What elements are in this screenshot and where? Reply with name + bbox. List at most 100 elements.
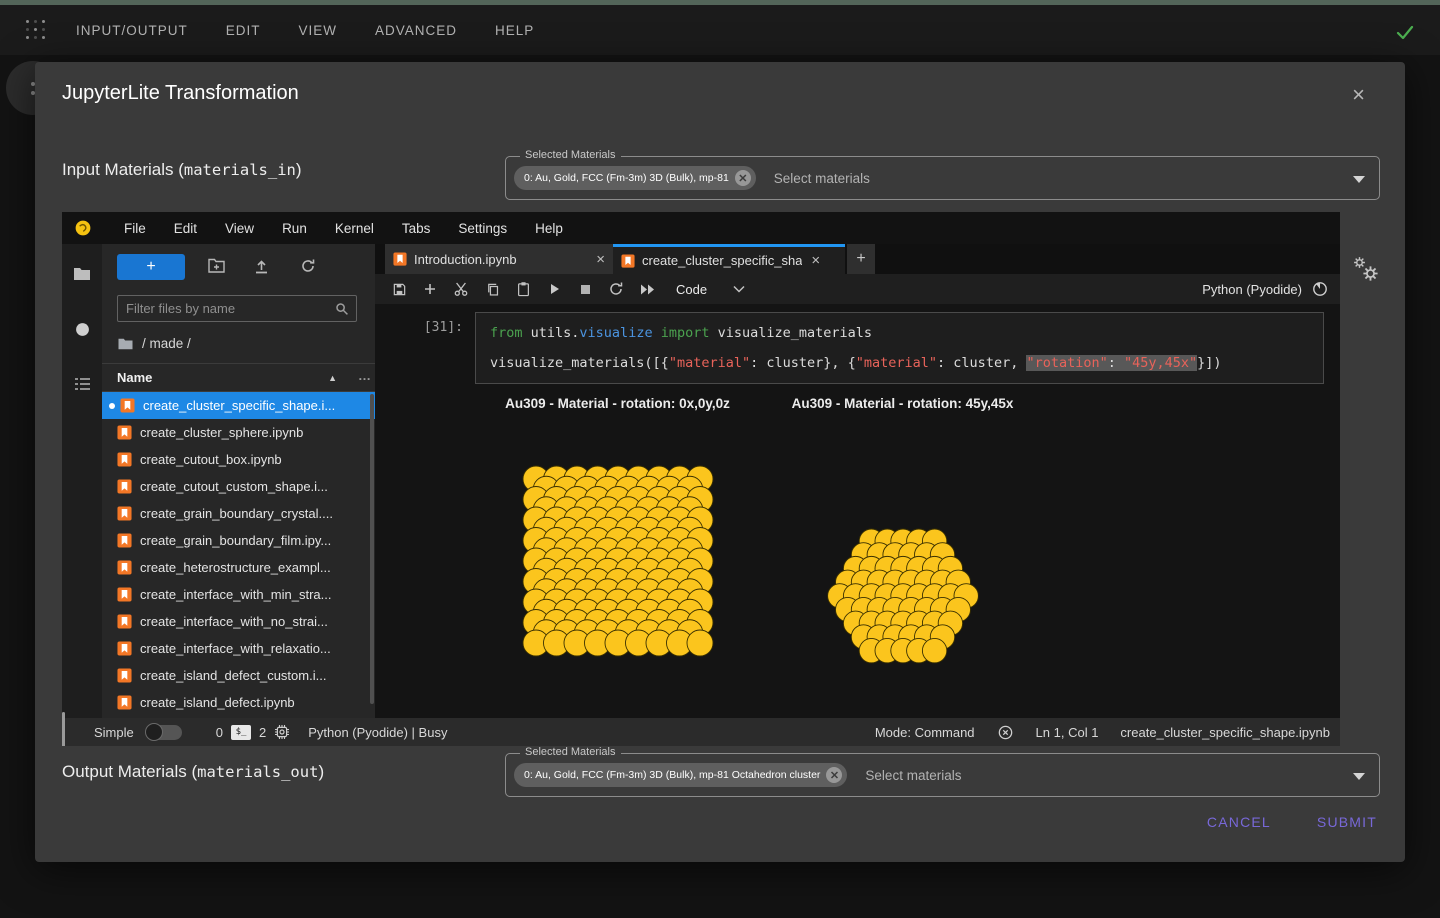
cell-type-select[interactable]: Code (676, 282, 745, 297)
tab-bar: Introduction.ipynb × create_cluster_spec… (375, 244, 1340, 274)
tab-create-cluster-specific-shape[interactable]: create_cluster_specific_sha × (613, 244, 845, 274)
code-editor[interactable]: from utils.visualize import visualize_ma… (475, 312, 1324, 384)
file-list-scrollbar[interactable] (370, 394, 374, 704)
dialog-scrollbar-thumb[interactable] (62, 712, 65, 746)
output-materials-select[interactable]: Selected Materials 0: Au, Gold, FCC (Fm-… (505, 753, 1380, 797)
top-menu-view[interactable]: VIEW (299, 23, 338, 38)
kernel-busy-icon (1312, 281, 1328, 297)
file-row[interactable]: create_interface_with_min_stra... (102, 581, 375, 608)
output-materials-label: Output Materials (materials_out) (62, 762, 324, 782)
cancel-button[interactable]: CANCEL (1207, 814, 1271, 830)
file-row[interactable]: create_grain_boundary_film.ipy... (102, 527, 375, 554)
jupyter-menu-settings[interactable]: Settings (444, 221, 521, 236)
notebook-file-icon (120, 398, 135, 413)
top-menu-input-output[interactable]: INPUT/OUTPUT (76, 23, 188, 38)
upload-icon[interactable] (254, 258, 269, 274)
cpu-icon (274, 724, 290, 740)
output-select-legend: Selected Materials (520, 746, 621, 758)
tab-introduction[interactable]: Introduction.ipynb × (385, 244, 613, 274)
new-tab-icon[interactable]: + (847, 244, 875, 274)
chip-label: 0: Au, Gold, FCC (Fm-3m) 3D (Bulk), mp-8… (524, 172, 729, 184)
chip-remove-icon[interactable]: ✕ (826, 767, 842, 783)
jupyter-menu-view[interactable]: View (211, 221, 268, 236)
run-cell-icon[interactable] (542, 277, 566, 301)
file-row[interactable]: create_island_defect.ipynb (102, 689, 375, 716)
file-row[interactable]: create_cutout_custom_shape.i... (102, 473, 375, 500)
file-row[interactable]: create_interface_with_relaxatio... (102, 635, 375, 662)
chip-remove-icon[interactable]: ✕ (735, 170, 751, 186)
mode-indicator: Mode: Command (875, 725, 975, 740)
copy-cell-icon[interactable] (480, 277, 504, 301)
jupyter-menu-help[interactable]: Help (521, 221, 577, 236)
file-list-header[interactable]: Name ▲ … (102, 363, 375, 392)
file-row[interactable]: create_cluster_sphere.ipynb (102, 419, 375, 446)
file-browser-tab-icon[interactable] (73, 266, 91, 282)
breadcrumb[interactable]: / made / (117, 336, 375, 351)
sort-ascending-icon[interactable]: ▲ (328, 373, 337, 383)
save-icon[interactable] (387, 277, 411, 301)
tab-close-icon[interactable]: × (811, 252, 820, 269)
kernel-select[interactable]: Python (Pyodide) (1202, 281, 1328, 297)
success-check-icon (1392, 19, 1418, 45)
input-material-chip[interactable]: 0: Au, Gold, FCC (Fm-3m) 3D (Bulk), mp-8… (514, 166, 756, 190)
restart-kernel-icon[interactable] (604, 277, 628, 301)
top-menu-edit[interactable]: EDIT (226, 23, 261, 38)
file-row[interactable]: create_cluster_specific_shape.i... (102, 392, 375, 419)
new-folder-icon[interactable] (208, 258, 225, 273)
jupyter-menu-tabs[interactable]: Tabs (388, 221, 445, 236)
add-cell-icon[interactable] (418, 277, 442, 301)
jupyterlite-transformation-dialog: JupyterLite Transformation × Input Mater… (35, 62, 1405, 862)
paste-cell-icon[interactable] (511, 277, 535, 301)
run-all-icon[interactable] (635, 277, 659, 301)
file-row[interactable]: create_grain_boundary_crystal.... (102, 500, 375, 527)
code-cell: [31]: from utils.visualize import visual… (375, 312, 1340, 384)
file-list: create_cluster_specific_shape.i...create… (102, 392, 375, 716)
chevron-down-icon[interactable] (1353, 773, 1365, 780)
stop-kernel-icon[interactable] (573, 277, 597, 301)
submit-button[interactable]: SUBMIT (1317, 814, 1377, 830)
notebook-file-icon (117, 614, 132, 629)
top-menu-help[interactable]: HELP (495, 23, 534, 38)
activity-bar (62, 244, 102, 718)
column-options-icon[interactable]: … (358, 368, 371, 383)
notebook-file-icon (117, 668, 132, 683)
jupyter-menu-edit[interactable]: Edit (160, 221, 211, 236)
file-name: create_grain_boundary_film.ipy... (140, 533, 331, 548)
notebook-file-icon (117, 560, 132, 575)
notebook-file-icon (117, 533, 132, 548)
close-icon[interactable]: × (1352, 84, 1365, 106)
jupyterlite-app: FileEditViewRunKernelTabsSettingsHelp (62, 212, 1340, 746)
transformation-settings-icon[interactable] (1353, 256, 1389, 292)
simple-mode-label: Simple (94, 725, 134, 740)
notebook-file-icon (393, 252, 407, 266)
new-launcher-button[interactable]: + (117, 254, 185, 280)
file-name: create_cutout_box.ipynb (140, 452, 282, 467)
top-menu-advanced[interactable]: ADVANCED (375, 23, 457, 38)
running-kernels-tab-icon[interactable] (75, 322, 90, 337)
input-materials-select[interactable]: Selected Materials 0: Au, Gold, FCC (Fm-… (505, 156, 1380, 200)
app-grid-icon[interactable] (26, 20, 46, 40)
refresh-icon[interactable] (300, 258, 316, 274)
kernel-count: 2 (259, 725, 266, 740)
simple-mode-toggle[interactable] (146, 725, 182, 740)
file-filter-input[interactable] (118, 296, 356, 321)
jupyter-menu-file[interactable]: File (110, 221, 160, 236)
file-row[interactable]: create_island_defect_custom.i... (102, 662, 375, 689)
cell-output: Au309 - Material - rotation: 0x,0y,0z Au… (475, 396, 1340, 668)
notebook-file-icon (117, 695, 132, 710)
input-materials-label: Input Materials (materials_in) (62, 160, 302, 180)
file-row[interactable]: create_cutout_box.ipynb (102, 446, 375, 473)
file-row[interactable]: create_heterostructure_exampl... (102, 554, 375, 581)
file-row[interactable]: create_interface_with_no_strai... (102, 608, 375, 635)
file-name: create_cluster_sphere.ipynb (140, 425, 303, 440)
file-name: create_interface_with_relaxatio... (140, 641, 331, 656)
jupyter-menu-run[interactable]: Run (268, 221, 321, 236)
output-material-chip[interactable]: 0: Au, Gold, FCC (Fm-3m) 3D (Bulk), mp-8… (514, 763, 847, 787)
chevron-down-icon[interactable] (1353, 176, 1365, 183)
app-menu: INPUT/OUTPUT EDIT VIEW ADVANCED HELP (76, 23, 534, 38)
material-view-left: Au309 - Material - rotation: 0x,0y,0z (475, 396, 760, 668)
tab-close-icon[interactable]: × (596, 251, 605, 268)
jupyter-menu-kernel[interactable]: Kernel (321, 221, 388, 236)
table-of-contents-tab-icon[interactable] (74, 377, 91, 391)
cut-cell-icon[interactable] (449, 277, 473, 301)
